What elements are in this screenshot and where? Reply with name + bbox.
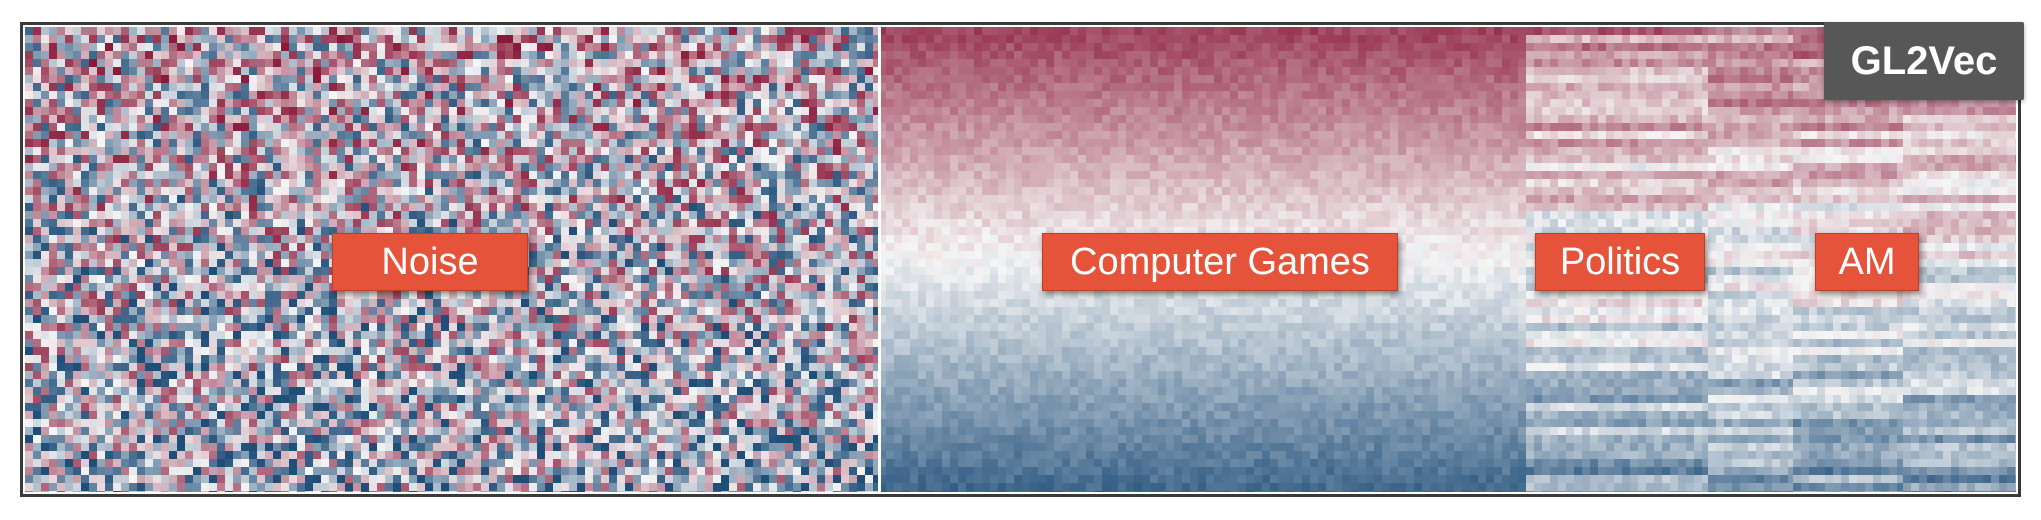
segment-label-computer-games: Computer Games [1042,233,1398,291]
segment-label-politics: Politics [1535,233,1705,291]
segment-separator [878,27,881,492]
heatmap-segment [1708,27,1793,492]
embedding-heatmap [25,27,2016,492]
model-title-badge: GL2Vec [1824,22,2024,100]
segment-label-noise: Noise [332,233,528,291]
segment-label-am: AM [1815,233,1919,291]
